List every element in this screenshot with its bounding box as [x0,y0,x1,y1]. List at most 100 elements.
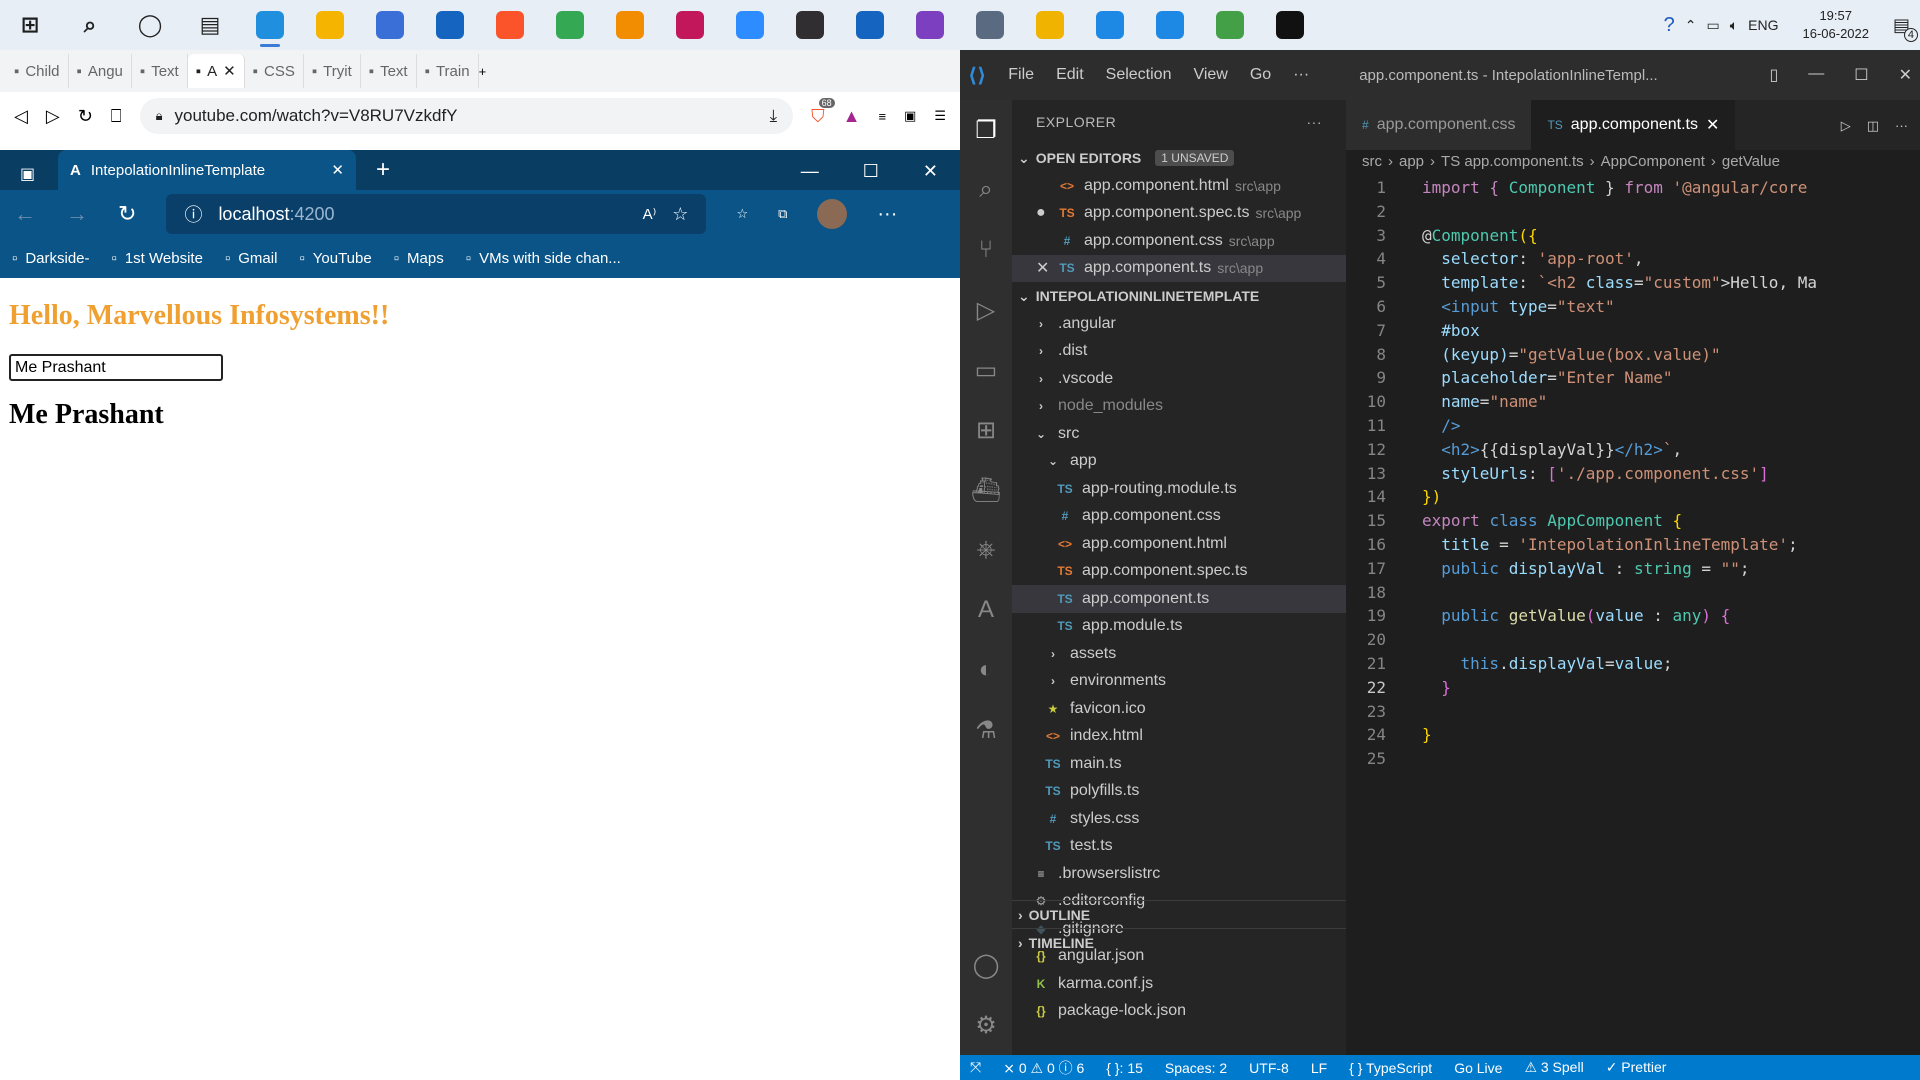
taskbar-sticky[interactable] [1028,3,1072,47]
menu-item[interactable]: Edit [1056,66,1084,84]
back-icon[interactable]: ← [14,201,36,227]
taskbar-visual-studio[interactable] [908,3,952,47]
edge-tab-active[interactable]: A IntepolationInlineTemplate ✕ [58,150,356,190]
tree-item[interactable]: ≡ .browserslistrc [1012,860,1346,888]
tree-item[interactable]: TS test.ts [1012,833,1346,861]
tree-item[interactable]: TS polyfills.ts [1012,778,1346,806]
close-tab-icon[interactable]: ✕ [331,161,344,179]
explorer-icon[interactable]: ❐ [960,100,1012,160]
taskbar-intellij[interactable] [668,3,712,47]
taskbar-atom[interactable] [1208,3,1252,47]
tree-item[interactable]: TS app.component.spec.ts [1012,558,1346,586]
taskbar-settings-app[interactable] [968,3,1012,47]
taskbar-search[interactable]: ⌕ [68,3,112,47]
taskbar-vscode[interactable] [1088,3,1132,47]
editor-tab[interactable]: # app.component.css [1346,100,1532,150]
new-tab-button[interactable]: + [376,156,390,184]
outline-section[interactable]: › OUTLINE [1012,900,1346,928]
taskbar-terminal[interactable] [1268,3,1312,47]
run-icon[interactable]: ▷ [1841,118,1851,134]
angular-icon[interactable]: A [960,580,1012,640]
chevron-up-icon[interactable]: ⌃ [1685,17,1697,34]
menu-item[interactable]: Selection [1106,66,1172,84]
menu-item[interactable]: File [1008,66,1034,84]
minimize-icon[interactable]: — [801,161,819,182]
close-tab-icon[interactable]: ✕ [1706,115,1719,135]
maximize-icon[interactable]: ☐ [1854,65,1868,85]
tree-item[interactable]: TS app.module.ts [1012,613,1346,641]
extensions-icon[interactable]: ⊞ [960,400,1012,460]
open-editor-item[interactable]: ✕ TS app.component.ts src\app [1012,254,1346,282]
favorite-item[interactable]: ▫ Gmail [225,250,278,267]
back-icon[interactable]: ◁ [14,106,28,127]
volume-icon[interactable]: 🔈︎ [1730,17,1738,34]
edge-devtools-icon[interactable]: ◐ [960,640,1012,700]
taskbar-task-view[interactable]: ▤ [188,3,232,47]
brave-address-bar[interactable]: 🔒︎ youtube.com/watch?v=V8RU7VzkdfY ⤓ [139,98,794,134]
favorites-icon[interactable]: ☆ [736,206,748,222]
tree-item[interactable]: ⌄ src [1012,420,1346,448]
favorite-item[interactable]: ▫ YouTube [299,250,371,267]
taskbar-vscode-insiders[interactable] [1148,3,1192,47]
favorite-item[interactable]: ▫ 1st Website [112,250,203,267]
breadcrumb-item[interactable]: getValue [1722,153,1780,170]
editor-item-mark[interactable]: ✕ [1036,258,1058,278]
source-control-icon[interactable]: ⑂ [960,220,1012,280]
open-editor-item[interactable]: # app.component.css src\app [1012,227,1346,255]
search-icon[interactable]: ⌕ [960,160,1012,220]
tree-item[interactable]: TS main.ts [1012,750,1346,778]
taskbar-zoom[interactable] [728,3,772,47]
brave-tab[interactable]: ▪ Tryit [304,54,361,88]
name-input[interactable] [9,354,223,381]
docker-icon[interactable]: ⛴ [960,460,1012,520]
tree-item[interactable]: {} package-lock.json [1012,998,1346,1026]
tree-item[interactable]: TS app-routing.module.ts [1012,475,1346,503]
status-item[interactable]: ✓ Prettier [1606,1059,1667,1076]
project-section[interactable]: ⌄ INTEPOLATIONINLINETEMPLATE [1012,282,1346,310]
taskbar-chrome[interactable] [548,3,592,47]
brave-tab[interactable]: ▪ Text [361,54,417,88]
help-icon[interactable]: ? [1664,14,1675,37]
layout-icon[interactable]: ▯ [1769,65,1778,85]
open-editors-section[interactable]: ⌄ OPEN EDITORS 1 UNSAVED [1012,144,1346,172]
taskbar-typora[interactable] [848,3,892,47]
tree-item[interactable]: # styles.css [1012,805,1346,833]
brave-tab[interactable]: ▪ CSS [245,54,304,88]
taskbar-obs[interactable] [788,3,832,47]
tree-item[interactable]: <> index.html [1012,723,1346,751]
tree-item[interactable]: › .vscode [1012,365,1346,393]
brave-tab[interactable]: ▪ Text [132,54,188,88]
tree-item[interactable]: # app.component.css [1012,503,1346,531]
new-tab-button[interactable]: + [479,64,487,79]
reload-icon[interactable]: ↻ [78,106,93,127]
accounts-icon[interactable]: ◯ [960,935,1012,995]
remote-explorer-icon[interactable]: ▭ [960,340,1012,400]
tree-item[interactable]: › .angular [1012,310,1346,338]
more-icon[interactable]: ··· [877,203,897,226]
taskbar-file-explorer[interactable] [308,3,352,47]
bookmark-icon[interactable]: ⎕ [111,106,122,127]
brave-tab[interactable]: ▪ Train [417,54,479,88]
tree-item[interactable]: TS app.component.ts [1012,585,1346,613]
taskbar-windows-start[interactable]: ⊞ [8,3,52,47]
manage-gear-icon[interactable]: ⚙ [960,995,1012,1055]
taskbar-store[interactable] [368,3,412,47]
menu-item[interactable]: View [1193,66,1227,84]
forward-icon[interactable]: ▷ [46,106,60,127]
status-item[interactable]: { } TypeScript [1349,1060,1432,1076]
breadcrumb-item[interactable]: TS app.component.ts [1441,153,1584,170]
network-icon[interactable]: ▭ [1707,17,1720,34]
status-item[interactable]: UTF-8 [1249,1060,1289,1076]
status-item[interactable]: LF [1311,1060,1327,1076]
wallet-icon[interactable]: ▣ [904,108,916,124]
test-icon[interactable]: ⚗ [960,700,1012,760]
tree-item[interactable]: Kkarma.conf.js [1012,970,1346,998]
taskbar-cortana[interactable]: ◯ [128,3,172,47]
taskbar-edge[interactable] [248,3,292,47]
profile-avatar[interactable] [817,199,848,229]
refresh-icon[interactable]: ↻ [118,201,136,227]
status-item[interactable]: Go Live [1454,1060,1502,1076]
favorite-item[interactable]: ▫ Darkside- [12,250,90,267]
close-window-icon[interactable]: ✕ [923,161,938,182]
taskbar-mail[interactable] [428,3,472,47]
